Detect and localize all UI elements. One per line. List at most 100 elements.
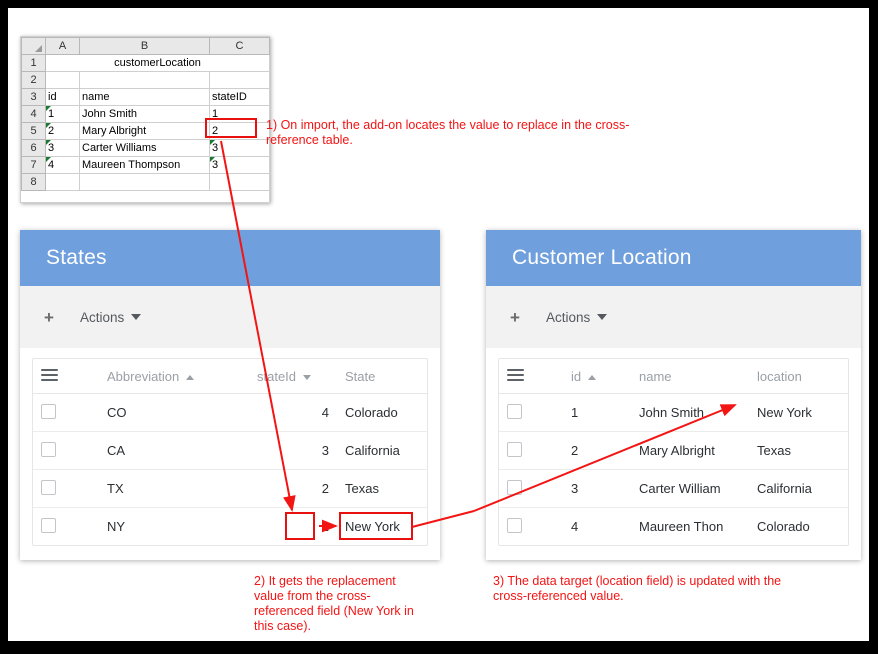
cell-a7-id[interactable]: 4 (45, 156, 80, 174)
customer-cell-name: Carter William (631, 469, 749, 508)
table-row[interactable]: CA 3 California (33, 431, 427, 470)
cell-a1-title[interactable]: customerLocation (45, 54, 270, 72)
row-header-1[interactable]: 1 (21, 54, 46, 72)
column-header-c[interactable]: C (209, 37, 270, 55)
customer-cell-id: 4 (571, 519, 579, 534)
cell-c4-stateid[interactable]: 1 (209, 105, 270, 123)
states-column-abbreviation-label: Abbreviation (107, 368, 180, 384)
states-column-state[interactable]: State (337, 359, 427, 394)
hamburger-menu-icon[interactable] (507, 366, 524, 384)
customer-grid[interactable]: id name location 1 John Smith New York 2… (499, 359, 848, 546)
states-toolbar: + Actions (20, 286, 440, 348)
cell-a2[interactable] (45, 71, 80, 89)
customer-row-checkbox-cell[interactable] (499, 508, 563, 546)
table-row[interactable]: 4 Maureen Thon Colorado (499, 508, 848, 546)
row-header-2[interactable]: 2 (21, 71, 46, 89)
cell-a3-id-header[interactable]: id (45, 88, 80, 106)
customer-column-location[interactable]: location (749, 359, 848, 394)
cell-a5-id[interactable]: 2 (45, 122, 80, 140)
actions-menu-label: Actions (545, 309, 591, 325)
row-checkbox[interactable] (507, 441, 522, 457)
row-checkbox[interactable] (507, 403, 522, 419)
customer-panel-title: Customer Location (512, 246, 692, 269)
cell-a4-id[interactable]: 1 (45, 105, 80, 123)
cell-b6-name[interactable]: Carter Williams (79, 139, 210, 157)
table-row[interactable]: CO 4 Colorado (33, 393, 427, 432)
spreadsheet-grid[interactable]: A B C 1 customerLocation 2 3 id name sta… (21, 37, 270, 191)
sort-desc-icon[interactable] (303, 374, 312, 380)
states-cell-state: Colorado (337, 393, 427, 432)
select-all-corner[interactable] (21, 37, 46, 55)
row-checkbox[interactable] (41, 517, 56, 533)
cell-a6-id[interactable]: 3 (45, 139, 80, 157)
customer-row-checkbox-cell[interactable] (499, 393, 563, 432)
cell-b7-name[interactable]: Maureen Thompson (79, 156, 210, 174)
cell-b8[interactable] (79, 173, 210, 191)
row-header-3[interactable]: 3 (21, 88, 46, 106)
row-checkbox[interactable] (507, 479, 522, 495)
sort-asc-icon[interactable] (186, 374, 195, 380)
hamburger-menu-icon[interactable] (41, 366, 58, 384)
add-record-button[interactable]: + (510, 309, 520, 326)
states-cell-stateid: 2 (249, 469, 337, 508)
sort-asc-icon[interactable] (588, 374, 597, 380)
spreadsheet-row-4: 4 1 John Smith 1 (21, 105, 270, 123)
table-row[interactable]: 3 Carter William California (499, 469, 848, 508)
states-row-checkbox-cell[interactable] (33, 508, 99, 546)
states-grid-menu-cell[interactable] (33, 359, 99, 394)
row-header-5[interactable]: 5 (21, 122, 46, 140)
states-row-checkbox-cell[interactable] (33, 469, 99, 508)
table-row[interactable]: 1 John Smith New York (499, 393, 848, 432)
table-row[interactable]: NY 1 New York (33, 508, 427, 546)
actions-menu-button[interactable]: Actions (80, 310, 142, 325)
diagram-canvas: A B C 1 customerLocation 2 3 id name sta… (8, 8, 869, 641)
row-header-6[interactable]: 6 (21, 139, 46, 157)
states-cell-abbreviation: CO (99, 393, 249, 432)
table-row[interactable]: TX 2 Texas (33, 469, 427, 508)
customer-column-id[interactable]: id (563, 359, 631, 394)
customer-row-checkbox-cell[interactable] (499, 431, 563, 470)
states-cell-state: California (337, 431, 427, 470)
row-header-4[interactable]: 4 (21, 105, 46, 123)
cell-c7-stateid[interactable]: 3 (209, 156, 270, 174)
row-header-8[interactable]: 8 (21, 173, 46, 191)
table-row[interactable]: 2 Mary Albright Texas (499, 431, 848, 470)
customer-toolbar: + Actions (486, 286, 861, 348)
row-checkbox[interactable] (41, 441, 56, 457)
cell-c5-stateid[interactable]: 2 (209, 122, 270, 140)
actions-menu-button[interactable]: Actions (545, 309, 608, 325)
cell-c3-stateid-header[interactable]: stateID (209, 88, 270, 106)
states-column-abbreviation[interactable]: Abbreviation (99, 359, 249, 394)
states-column-state-label: State (345, 368, 376, 384)
states-row-checkbox-cell[interactable] (33, 431, 99, 470)
cell-b2[interactable] (79, 71, 210, 89)
states-cell-state: New York (345, 519, 400, 534)
customer-column-name[interactable]: name (631, 359, 749, 394)
customer-column-id-label: id (571, 368, 582, 384)
column-header-a[interactable]: A (45, 37, 80, 55)
states-cell-stateid: 1 (321, 519, 329, 534)
cell-c8[interactable] (209, 173, 270, 191)
row-checkbox[interactable] (507, 517, 522, 533)
states-grid[interactable]: Abbreviation stateId State CO 4 Colorado… (33, 359, 427, 546)
row-header-7[interactable]: 7 (21, 156, 46, 174)
spreadsheet-window[interactable]: A B C 1 customerLocation 2 3 id name sta… (20, 36, 270, 203)
states-panel-body: Abbreviation stateId State CO 4 Colorado… (20, 348, 440, 560)
cell-a8[interactable] (45, 173, 80, 191)
customer-grid-menu-cell[interactable] (499, 359, 563, 394)
column-header-b[interactable]: B (79, 37, 210, 55)
cell-c2[interactable] (209, 71, 270, 89)
row-checkbox[interactable] (41, 403, 56, 419)
states-row-checkbox-cell[interactable] (33, 393, 99, 432)
cell-b5-name[interactable]: Mary Albright (79, 122, 210, 140)
row-checkbox[interactable] (41, 479, 56, 495)
cell-c6-stateid[interactable]: 3 (209, 139, 270, 157)
cell-b3-name-header[interactable]: name (79, 88, 210, 106)
add-record-button[interactable]: + (44, 309, 54, 326)
customer-row-checkbox-cell[interactable] (499, 469, 563, 508)
states-column-stateid[interactable]: stateId (249, 359, 337, 394)
customer-location-panel: Customer Location + Actions id name loca… (486, 230, 861, 560)
cell-b4-name[interactable]: John Smith (79, 105, 210, 123)
spreadsheet-row-6: 6 3 Carter Williams 3 (21, 139, 270, 157)
customer-panel-header: Customer Location (486, 230, 861, 286)
